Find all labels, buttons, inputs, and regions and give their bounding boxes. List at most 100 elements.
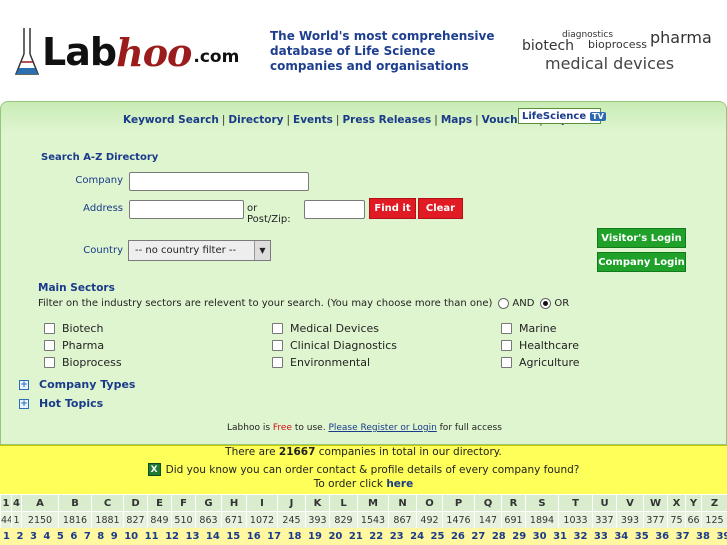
az-letter[interactable]: 4 xyxy=(11,494,22,512)
page-link[interactable]: 35 xyxy=(635,531,649,542)
page-link[interactable]: 15 xyxy=(226,531,240,542)
checkbox[interactable] xyxy=(272,340,283,351)
page-link[interactable]: 6 xyxy=(70,531,77,542)
page-link[interactable]: 28 xyxy=(492,531,506,542)
page-link[interactable]: 27 xyxy=(471,531,485,542)
az-letter[interactable]: B xyxy=(58,494,92,512)
sector-medical-devices[interactable]: Medical Devices xyxy=(272,322,379,335)
page-link[interactable]: 14 xyxy=(206,531,220,542)
az-letter[interactable]: Q xyxy=(474,494,502,512)
sector-bioprocess[interactable]: Bioprocess xyxy=(44,356,122,369)
az-letter[interactable]: D xyxy=(123,494,148,512)
az-letter[interactable]: N xyxy=(388,494,417,512)
az-letter[interactable]: Z xyxy=(701,494,727,512)
page-link[interactable]: 4 xyxy=(43,531,50,542)
page-link[interactable]: 9 xyxy=(111,531,118,542)
checkbox[interactable] xyxy=(272,323,283,334)
page-link[interactable]: 3 xyxy=(30,531,37,542)
or-radio[interactable] xyxy=(540,298,552,309)
az-letter[interactable]: C xyxy=(91,494,124,512)
nav-events[interactable]: Events xyxy=(293,114,333,126)
checkbox[interactable] xyxy=(44,340,55,351)
az-letter[interactable]: H xyxy=(221,494,247,512)
page-link[interactable]: 25 xyxy=(431,531,445,542)
az-letter[interactable]: O xyxy=(416,494,443,512)
page-link[interactable]: 22 xyxy=(369,531,383,542)
page-link[interactable]: 10 xyxy=(124,531,138,542)
page-link[interactable]: 31 xyxy=(553,531,567,542)
az-letter[interactable]: P xyxy=(442,494,475,512)
sector-marine[interactable]: Marine xyxy=(501,322,557,335)
page-link[interactable]: 17 xyxy=(267,531,281,542)
checkbox[interactable] xyxy=(501,340,512,351)
page-link[interactable]: 36 xyxy=(655,531,669,542)
sector-pharma[interactable]: Pharma xyxy=(44,339,104,352)
az-letter[interactable]: 1 xyxy=(0,494,12,512)
lifescience-tv-badge[interactable]: LifeScience TV xyxy=(518,108,606,124)
sector-clinical-diagnostics[interactable]: Clinical Diagnostics xyxy=(272,339,397,352)
checkbox[interactable] xyxy=(272,357,283,368)
az-letter[interactable]: I xyxy=(246,494,278,512)
az-letter[interactable]: A xyxy=(21,494,59,512)
page-link[interactable]: 20 xyxy=(328,531,342,542)
page-link[interactable]: 34 xyxy=(614,531,628,542)
page-link[interactable]: 1 xyxy=(3,531,10,542)
az-letter[interactable]: V xyxy=(616,494,644,512)
checkbox[interactable] xyxy=(44,357,55,368)
page-link[interactable]: 19 xyxy=(308,531,322,542)
az-letter[interactable]: S xyxy=(525,494,559,512)
az-letter[interactable]: X xyxy=(667,494,686,512)
nav-press-releases[interactable]: Press Releases xyxy=(342,114,431,126)
az-letter[interactable]: E xyxy=(147,494,172,512)
nav-maps[interactable]: Maps xyxy=(441,114,472,126)
page-link[interactable]: 2 xyxy=(16,531,23,542)
az-letter[interactable]: G xyxy=(195,494,222,512)
find-it-button[interactable]: Find it xyxy=(369,198,416,219)
nav-keyword-search[interactable]: Keyword Search xyxy=(123,114,219,126)
page-link[interactable]: 33 xyxy=(594,531,608,542)
page-link[interactable]: 11 xyxy=(145,531,159,542)
and-radio[interactable] xyxy=(498,298,510,309)
checkbox[interactable] xyxy=(501,357,512,368)
page-link[interactable]: 8 xyxy=(97,531,104,542)
clear-button[interactable]: Clear xyxy=(418,198,463,219)
az-letter[interactable]: W xyxy=(643,494,668,512)
labhoo-logo[interactable]: Lab hoo .com xyxy=(14,22,239,82)
page-link[interactable]: 21 xyxy=(349,531,363,542)
page-link[interactable]: 39 xyxy=(716,531,727,542)
page-link[interactable]: 16 xyxy=(247,531,261,542)
az-letter[interactable]: M xyxy=(357,494,389,512)
postzip-input[interactable] xyxy=(304,200,365,219)
visitors-login-button[interactable]: Visitor's Login xyxy=(597,228,686,248)
company-input[interactable] xyxy=(129,172,309,191)
sector-environmental[interactable]: Environmental xyxy=(272,356,370,369)
az-letter[interactable]: K xyxy=(305,494,330,512)
az-letter[interactable]: U xyxy=(592,494,617,512)
nav-directory[interactable]: Directory xyxy=(228,114,283,126)
page-link[interactable]: 38 xyxy=(696,531,710,542)
page-link[interactable]: 29 xyxy=(512,531,526,542)
page-link[interactable]: 37 xyxy=(676,531,690,542)
checkbox[interactable] xyxy=(501,323,512,334)
az-letter[interactable]: R xyxy=(501,494,526,512)
page-link[interactable]: 23 xyxy=(390,531,404,542)
company-types-expander[interactable]: + Company Types xyxy=(19,378,135,391)
az-letter[interactable]: J xyxy=(277,494,306,512)
page-link[interactable]: 12 xyxy=(165,531,179,542)
company-login-button[interactable]: Company Login xyxy=(597,252,686,272)
page-link[interactable]: 32 xyxy=(574,531,588,542)
az-letter[interactable]: L xyxy=(329,494,358,512)
order-here-link[interactable]: here xyxy=(386,478,413,490)
az-letter[interactable]: Y xyxy=(685,494,702,512)
hot-topics-expander[interactable]: + Hot Topics xyxy=(19,397,103,410)
page-link[interactable]: 30 xyxy=(533,531,547,542)
sector-healthcare[interactable]: Healthcare xyxy=(501,339,579,352)
page-link[interactable]: 7 xyxy=(84,531,91,542)
checkbox[interactable] xyxy=(44,323,55,334)
register-login-link[interactable]: Please Register or Login xyxy=(328,423,436,433)
page-link[interactable]: 18 xyxy=(288,531,302,542)
sector-agriculture[interactable]: Agriculture xyxy=(501,356,580,369)
az-letter[interactable]: T xyxy=(558,494,593,512)
page-link[interactable]: 5 xyxy=(57,531,64,542)
address-input[interactable] xyxy=(129,200,244,219)
